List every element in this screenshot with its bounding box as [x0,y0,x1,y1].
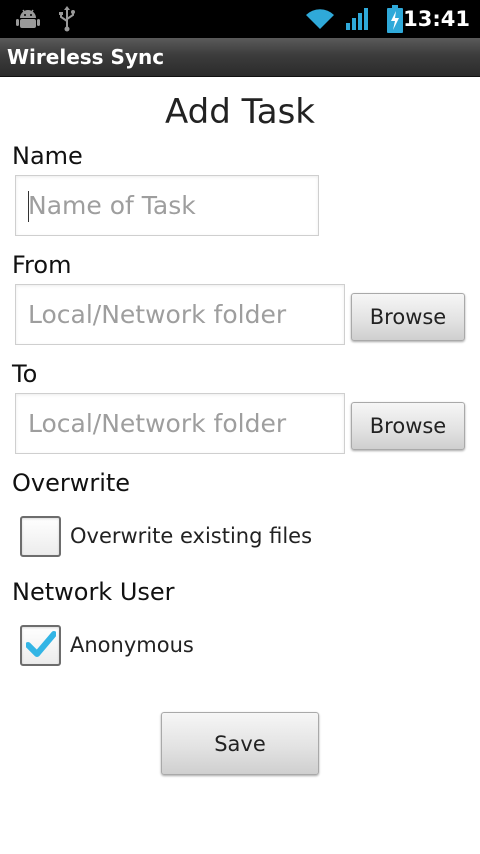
overwrite-label: Overwrite [12,469,131,497]
checkmark-icon [24,630,57,661]
from-label: From [12,251,72,279]
anonymous-checkbox-label[interactable]: Anonymous [70,625,194,666]
network-user-label: Network User [12,578,175,606]
from-field-container [15,284,345,345]
from-folder-input[interactable] [16,285,344,344]
anonymous-checkbox[interactable] [20,625,61,666]
name-label: Name [12,142,83,170]
signal-icon [344,0,372,38]
overwrite-checkbox-label[interactable]: Overwrite existing files [70,516,312,557]
usb-icon [56,0,78,38]
wifi-icon [305,0,335,38]
to-browse-button[interactable]: Browse [351,402,465,450]
status-bar: 13:41 [0,0,480,38]
text-cursor [28,191,29,222]
save-button[interactable]: Save [161,712,319,775]
status-time: 13:41 [403,7,470,31]
from-browse-button[interactable]: Browse [351,293,465,341]
name-input[interactable] [16,176,318,235]
to-label: To [12,360,38,388]
app-title-bar: Wireless Sync [0,38,480,77]
to-field-container [15,393,345,454]
page-title: Add Task [164,92,315,132]
to-folder-input[interactable] [16,394,344,453]
android-debug-icon [14,0,42,38]
app-title: Wireless Sync [7,45,165,69]
name-field-container [15,175,319,236]
overwrite-checkbox[interactable] [20,516,61,557]
